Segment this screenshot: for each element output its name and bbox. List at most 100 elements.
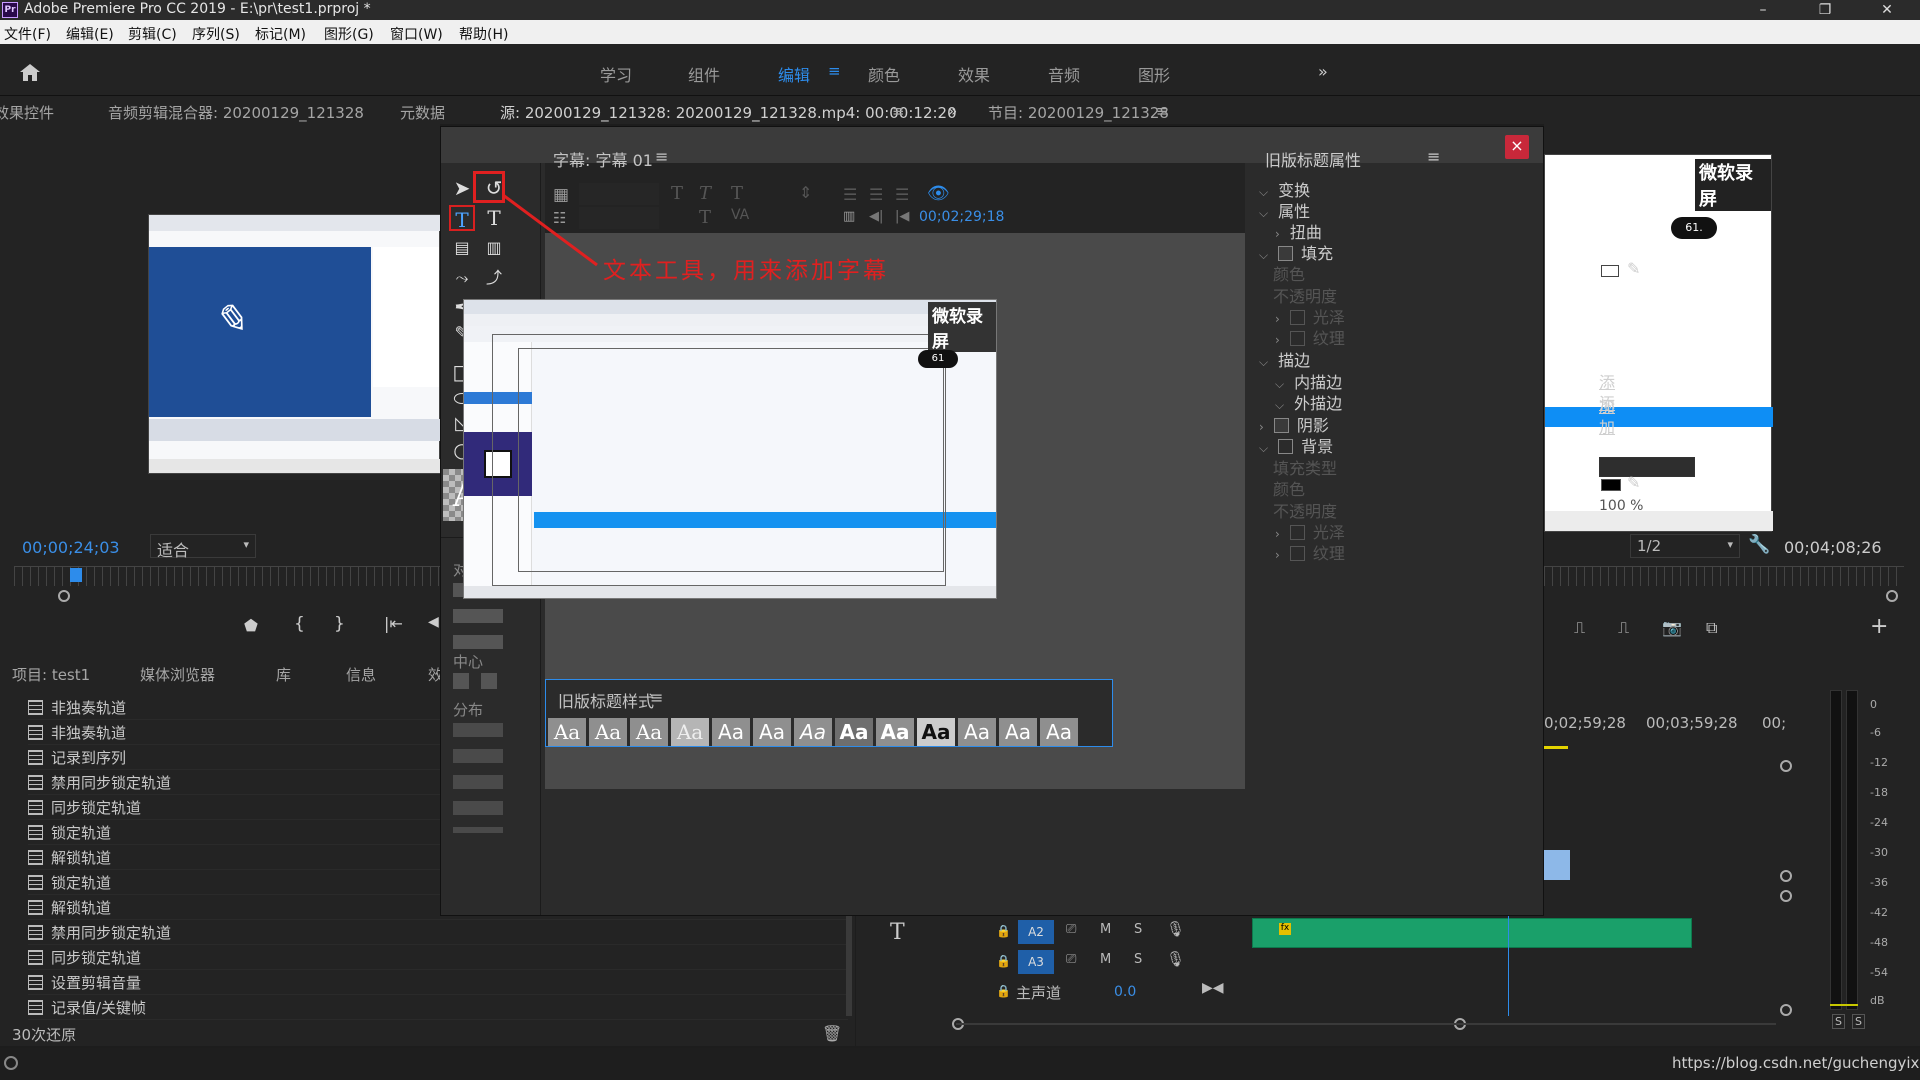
lock-icon[interactable]: 🔒 xyxy=(996,924,1011,938)
italic-icon[interactable]: T xyxy=(699,183,711,204)
style-sample[interactable]: Aa xyxy=(712,718,750,746)
style-sample[interactable]: Aa xyxy=(835,718,873,746)
meter-solo-left[interactable]: S xyxy=(1832,1014,1845,1029)
menu-sequence[interactable]: 序列(S) xyxy=(192,24,240,44)
style-sample[interactable]: Aa xyxy=(876,718,914,746)
tab-metadata[interactable]: 元数据 xyxy=(400,102,445,123)
timeline-hscroll-track[interactable] xyxy=(956,1023,1776,1025)
marker-icon[interactable]: ⬟ xyxy=(244,616,258,635)
fill-checkbox[interactable] xyxy=(1278,246,1294,261)
bg-texture-checkbox[interactable] xyxy=(1289,546,1305,561)
underline-icon[interactable]: T xyxy=(699,207,711,228)
solo-a3-button[interactable]: S xyxy=(1134,952,1142,967)
texture-checkbox[interactable] xyxy=(1289,331,1305,346)
go-to-in-icon[interactable]: |⇤ xyxy=(384,614,403,633)
tab-media-browser[interactable]: 媒体浏览器 xyxy=(140,664,215,685)
workspace-menu-icon[interactable]: ≡ xyxy=(828,62,841,80)
master-volume-value[interactable]: 0.0 xyxy=(1114,984,1136,1000)
sync-icon[interactable]: ⎚ xyxy=(1066,922,1076,937)
add-outer-stroke-link[interactable]: 添加 xyxy=(1599,390,1615,438)
video-clip[interactable] xyxy=(1544,850,1570,880)
style-sample[interactable]: Aa xyxy=(753,718,791,746)
menu-clip[interactable]: 剪辑(C) xyxy=(128,24,177,44)
gloss-checkbox[interactable] xyxy=(1289,310,1305,325)
v-scroll-handle[interactable] xyxy=(1780,870,1792,882)
audio-clip[interactable]: fx xyxy=(1252,918,1692,948)
camera-icon[interactable]: 📷 xyxy=(1662,618,1682,637)
program-zoom-handle[interactable] xyxy=(1886,590,1898,602)
close-window-button[interactable]: ✕ xyxy=(1864,0,1910,20)
mute-a2-button[interactable]: M xyxy=(1100,922,1111,937)
microphone-icon[interactable]: 🎙 xyxy=(1166,950,1185,968)
mute-a3-button[interactable]: M xyxy=(1100,952,1111,967)
track-a3-label[interactable]: A3 xyxy=(1018,950,1054,974)
extract-icon[interactable]: ⎍ xyxy=(1618,618,1629,638)
properties-menu-icon[interactable]: ≡ xyxy=(1427,147,1440,166)
tab-effect-controls[interactable]: 效果控件 xyxy=(0,102,54,123)
workspace-effects[interactable]: 效果 xyxy=(958,62,990,86)
prop-background[interactable]: ⌵ 背景 xyxy=(1259,433,1333,457)
source-zoom-handle[interactable] xyxy=(58,590,70,602)
solo-a2-button[interactable]: S xyxy=(1134,922,1142,937)
a-scroll-handle[interactable] xyxy=(1780,1004,1792,1016)
prop-stroke[interactable]: ⌵ 描边 xyxy=(1259,347,1310,371)
workspace-audio[interactable]: 音频 xyxy=(1048,62,1080,86)
menu-edit[interactable]: 编辑(E) xyxy=(66,24,114,44)
style-sample[interactable]: Aa xyxy=(958,718,996,746)
bg-opacity-value[interactable]: 100 % xyxy=(1599,498,1643,514)
bold-icon[interactable]: T xyxy=(671,183,683,204)
go-to-end-icon[interactable]: ▶◀ xyxy=(1202,980,1224,996)
source-playhead[interactable] xyxy=(70,568,82,582)
resolution-select[interactable]: 1/2 ▾ xyxy=(1630,534,1740,558)
history-item[interactable]: 记录值/关键帧 xyxy=(28,996,848,1020)
program-time-ruler[interactable] xyxy=(1544,566,1904,586)
lock-icon[interactable]: 🔒 xyxy=(996,984,1011,998)
align-center-icon[interactable]: ☰ xyxy=(869,185,883,204)
center-buttons[interactable] xyxy=(453,673,503,689)
kerning-icon[interactable]: VA xyxy=(731,207,749,223)
workspace-color[interactable]: 颜色 xyxy=(868,62,900,86)
dialog-close-button[interactable]: × xyxy=(1505,135,1529,159)
program-menu-icon[interactable]: ≡ xyxy=(1156,102,1169,120)
workspace-editing[interactable]: 编辑 xyxy=(778,62,810,86)
align-right-icon[interactable]: ☰ xyxy=(895,185,909,204)
styles-menu-icon[interactable]: ≡ xyxy=(650,688,663,707)
path-type-tool-icon[interactable]: ⤳ xyxy=(449,265,475,291)
history-item[interactable]: 设置剪辑音量 xyxy=(28,971,848,995)
v-scroll-handle[interactable] xyxy=(1780,760,1792,772)
menu-help[interactable]: 帮助(H) xyxy=(459,24,508,44)
distribute-buttons[interactable] xyxy=(453,723,503,833)
home-icon[interactable] xyxy=(18,62,42,82)
type-tool-icon[interactable]: T xyxy=(449,205,475,232)
style-sample[interactable]: Aa xyxy=(548,718,586,746)
step-back-icon[interactable]: ◀ xyxy=(428,614,439,630)
style-sample[interactable]: Aa xyxy=(917,718,955,746)
next-frame-icon[interactable]: |◀ xyxy=(895,209,909,224)
font-size-icon[interactable]: T xyxy=(731,183,743,204)
style-sample[interactable]: Aa xyxy=(999,718,1037,746)
lift-icon[interactable]: ⎍ xyxy=(1574,618,1585,638)
mark-out-icon[interactable]: } xyxy=(334,614,345,634)
show-video-icon[interactable]: ▥ xyxy=(843,209,855,224)
prev-frame-icon[interactable]: ◀| xyxy=(869,209,883,224)
canvas-timecode[interactable]: 00;02;29;18 xyxy=(919,209,1004,225)
tab-project[interactable]: 项目: test1 xyxy=(12,664,90,685)
eyedropper-icon[interactable]: ✎ xyxy=(1627,473,1640,492)
a-scroll-handle[interactable] xyxy=(1780,890,1792,902)
mark-in-icon[interactable]: { xyxy=(294,614,305,634)
show-background-video-icon[interactable]: 👁 xyxy=(927,183,950,204)
menu-marker[interactable]: 标记(M) xyxy=(255,24,306,44)
tab-info[interactable]: 信息 xyxy=(346,664,376,685)
tab-audio-clip-mixer[interactable]: 音频剪辑混合器: 20200129_121328 xyxy=(108,102,364,123)
fit-select[interactable]: 适合 ▾ xyxy=(150,534,256,560)
meter-solo-right[interactable]: S xyxy=(1852,1014,1865,1029)
workspace-graphics[interactable]: 图形 xyxy=(1138,62,1170,86)
style-sample[interactable]: Aa xyxy=(794,718,832,746)
style-sample[interactable]: Aa xyxy=(589,718,627,746)
tab-program[interactable]: 节目: 20200129_121328 xyxy=(988,102,1169,123)
fill-type-select[interactable] xyxy=(1599,457,1695,477)
style-sample[interactable]: Aa xyxy=(630,718,668,746)
workspace-assembly[interactable]: 组件 xyxy=(688,62,720,86)
menu-window[interactable]: 窗口(W) xyxy=(390,24,443,44)
timeline-type-tool-icon[interactable]: T xyxy=(890,920,905,945)
